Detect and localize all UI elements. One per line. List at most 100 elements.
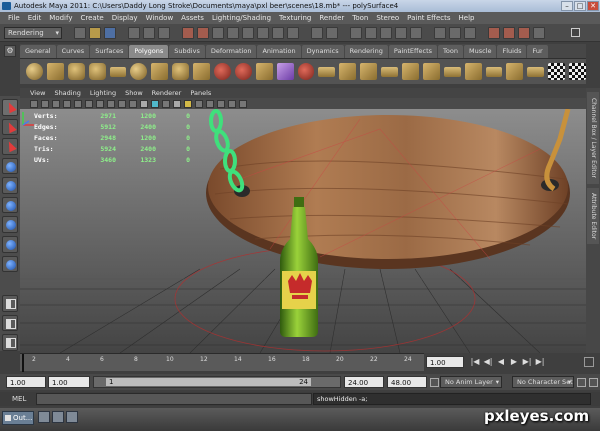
select-component-icon[interactable] xyxy=(158,26,170,39)
select-dynamics-icon[interactable] xyxy=(257,26,269,39)
close-button[interactable]: ✕ xyxy=(587,1,599,11)
menu-set-dropdown[interactable]: Rendering xyxy=(4,26,62,39)
menu-help[interactable]: Help xyxy=(455,12,479,24)
split-polygon-icon[interactable] xyxy=(402,63,419,80)
highlight-icon[interactable] xyxy=(239,99,247,108)
insert-edge-loop-icon[interactable] xyxy=(422,63,440,80)
smooth-shade-icon[interactable] xyxy=(151,99,159,108)
poly-cone-icon[interactable] xyxy=(88,63,106,80)
select-rendering-icon[interactable] xyxy=(272,26,284,39)
maximize-button[interactable]: □ xyxy=(574,1,586,11)
maximize-icon[interactable] xyxy=(52,411,64,423)
shelf-tab-curves[interactable]: Curves xyxy=(56,45,90,58)
history-icon[interactable] xyxy=(434,26,446,39)
playback-end-field[interactable]: 24.00 xyxy=(344,376,384,388)
four-view-layout[interactable] xyxy=(2,314,18,332)
select-hierarchy-icon[interactable] xyxy=(128,26,140,39)
outliner-taskbar-button[interactable]: Out... xyxy=(2,411,34,425)
camera-icon[interactable] xyxy=(30,99,38,108)
lasso-tool[interactable] xyxy=(2,118,18,136)
menu-assets[interactable]: Assets xyxy=(177,12,208,24)
shelf-tab-polygons[interactable]: Polygons xyxy=(129,45,169,58)
render-settings-icon[interactable] xyxy=(533,26,545,39)
shelf-tab-painteffects[interactable]: PaintEffects xyxy=(388,45,438,58)
soft-modification-tool[interactable] xyxy=(2,236,18,253)
menu-edit[interactable]: Edit xyxy=(24,12,46,24)
select-joints-icon[interactable] xyxy=(197,26,209,39)
animation-preferences-icon[interactable] xyxy=(584,357,594,367)
output-ops-icon[interactable] xyxy=(464,26,476,39)
shelf-tab-fur[interactable]: Fur xyxy=(527,45,548,58)
auto-key-icon[interactable] xyxy=(577,378,586,387)
image-plane-icon[interactable] xyxy=(63,99,71,108)
textured-icon[interactable] xyxy=(173,99,181,108)
menu-display[interactable]: Display xyxy=(108,12,142,24)
select-deformations-icon[interactable] xyxy=(242,26,254,39)
shelf-tab-deformation[interactable]: Deformation xyxy=(205,45,257,58)
menu-file[interactable]: File xyxy=(4,12,24,24)
snap-curve-icon[interactable] xyxy=(365,26,377,39)
scale-tool[interactable] xyxy=(2,196,18,214)
menu-paint-effects[interactable]: Paint Effects xyxy=(403,12,454,24)
wooden-sign[interactable] xyxy=(206,115,570,269)
poly-sphere-icon[interactable] xyxy=(26,63,43,80)
separate-icon[interactable] xyxy=(234,63,252,80)
outliner-layout[interactable] xyxy=(2,334,18,351)
snap-grid-icon[interactable] xyxy=(350,26,362,39)
input-ops-icon[interactable] xyxy=(449,26,461,39)
start-time-field[interactable]: 1.00 xyxy=(6,376,46,388)
menu-window[interactable]: Window xyxy=(142,12,178,24)
use-all-lights-icon[interactable] xyxy=(184,99,192,108)
panel-menu-panels[interactable]: Panels xyxy=(190,88,220,98)
go-to-end-button[interactable]: ▶| xyxy=(535,356,545,368)
ipr-render-icon[interactable] xyxy=(518,26,530,39)
universal-manipulator-tool[interactable] xyxy=(2,216,18,234)
range-handle[interactable]: 1 24 xyxy=(106,378,311,386)
anim-layer-icon[interactable] xyxy=(430,378,439,387)
merge-icon[interactable] xyxy=(485,66,503,77)
menu-render[interactable]: Render xyxy=(315,12,348,24)
menu-stereo[interactable]: Stereo xyxy=(372,12,403,24)
step-back-key-button[interactable]: ◀| xyxy=(483,356,493,368)
panel-menu-lighting[interactable]: Lighting xyxy=(90,88,125,98)
menu-toon[interactable]: Toon xyxy=(348,12,372,24)
shelf-tab-rendering[interactable]: Rendering xyxy=(344,45,388,58)
save-scene-icon[interactable] xyxy=(104,26,116,39)
bevel-icon[interactable] xyxy=(464,63,482,80)
menu-modify[interactable]: Modify xyxy=(45,12,76,24)
uv-checker-icon[interactable] xyxy=(548,63,566,80)
bridge-icon[interactable] xyxy=(360,63,378,80)
shelf-tab-fluids[interactable]: Fluids xyxy=(497,45,527,58)
gate-mask-icon[interactable] xyxy=(107,99,115,108)
wireframe-icon[interactable] xyxy=(140,99,148,108)
shelf-tab-dynamics[interactable]: Dynamics xyxy=(301,45,344,58)
select-misc-icon[interactable] xyxy=(287,26,299,39)
combine-icon[interactable] xyxy=(214,63,231,80)
toggle-sidebar-icon[interactable] xyxy=(571,28,580,37)
mirror-geometry-icon[interactable] xyxy=(318,66,336,77)
anim-layer-dropdown[interactable]: No Anim Layer xyxy=(440,376,502,388)
extrude-icon[interactable] xyxy=(339,63,357,80)
boolean-icon[interactable] xyxy=(297,63,315,80)
bookmark-icon[interactable] xyxy=(52,99,60,108)
channel-box-tab[interactable]: Channel Box / Layer Editor xyxy=(587,92,599,184)
extract-icon[interactable] xyxy=(255,63,273,80)
shelf-tab-muscle[interactable]: Muscle xyxy=(463,45,497,58)
poly-cube-icon[interactable] xyxy=(46,63,64,80)
select-object-icon[interactable] xyxy=(143,26,155,39)
shelf-tab-toon[interactable]: Toon xyxy=(438,45,463,58)
offset-edge-loop-icon[interactable] xyxy=(443,66,461,77)
playback-start-field[interactable]: 1.00 xyxy=(48,376,90,388)
move-tool[interactable] xyxy=(2,157,18,175)
camera-attributes-icon[interactable] xyxy=(41,99,49,108)
resolution-gate-icon[interactable] xyxy=(96,99,104,108)
play-forwards-button[interactable]: ▶ xyxy=(509,356,519,368)
shelf-tab-general[interactable]: General xyxy=(20,45,56,58)
field-chart-icon[interactable] xyxy=(118,99,126,108)
menu-create[interactable]: Create xyxy=(76,12,107,24)
safe-action-icon[interactable] xyxy=(129,99,137,108)
snap-view-plane-icon[interactable] xyxy=(395,26,407,39)
render-view-icon[interactable] xyxy=(488,26,500,39)
panel-menu-renderer[interactable]: Renderer xyxy=(152,88,191,98)
shelf-menu-icon[interactable]: ⚙ xyxy=(4,45,16,57)
